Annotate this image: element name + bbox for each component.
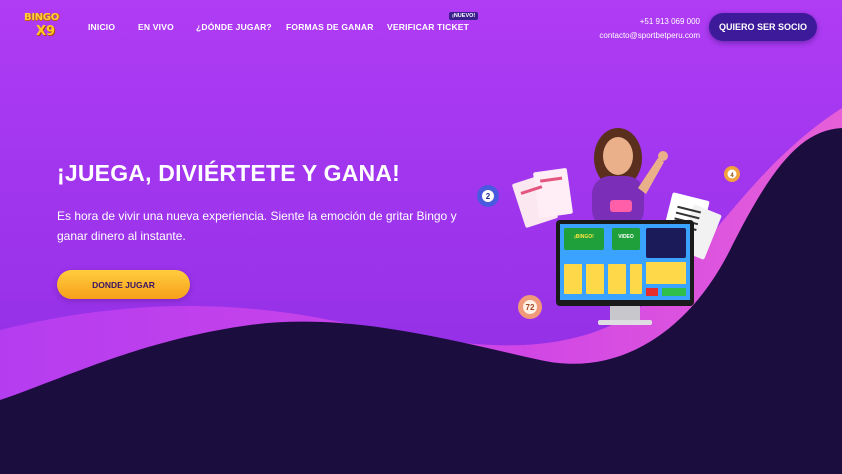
bingo-ball-4: 4 xyxy=(724,166,740,182)
screen-label-bingo: ¡BINGO! xyxy=(574,234,594,240)
site-header: BINGO X9 INICIO EN VIVO ¿DÓNDE JUGAR? FO… xyxy=(0,0,842,56)
partner-button[interactable]: QUIERO SER SOCIO xyxy=(709,13,817,41)
svg-text:72: 72 xyxy=(526,303,535,312)
contact-phone[interactable]: +51 913 069 000 xyxy=(599,15,700,29)
bingo-ball-2: 2 xyxy=(477,185,499,207)
screen-label-video: VIDEO xyxy=(618,234,634,240)
bingo-cards-left xyxy=(512,168,573,228)
nav-en-vivo[interactable]: EN VIVO xyxy=(138,22,174,32)
monitor-illustration: ¡BINGO! VIDEO xyxy=(556,220,694,325)
hero-subtext: Es hora de vivir una nueva experiencia. … xyxy=(57,209,457,243)
nav-verificar-ticket[interactable]: VERIFICAR TICKET xyxy=(387,22,469,32)
donde-jugar-button[interactable]: DONDE JUGAR xyxy=(57,270,190,299)
contact-info: +51 913 069 000 contacto@sportbetperu.co… xyxy=(599,15,700,43)
bingo-ball-72: 72 xyxy=(518,295,542,319)
hero-illustration: ¡BINGO! VIDEO 2 72 4 xyxy=(477,128,740,325)
hero-headline: ¡JUEGA, DIVIÉRTETE Y GANA! xyxy=(57,160,401,186)
nav-inicio[interactable]: INICIO xyxy=(88,22,115,32)
new-badge: ¡NUEVO! xyxy=(449,12,479,20)
svg-text:2: 2 xyxy=(486,192,491,201)
contact-email[interactable]: contacto@sportbetperu.com xyxy=(599,29,700,43)
nav-donde-jugar[interactable]: ¿DÓNDE JUGAR? xyxy=(196,22,272,32)
logo-x9: X9 xyxy=(36,24,56,39)
logo-wordmark: BINGO xyxy=(24,12,59,23)
presenter-illustration xyxy=(592,128,668,228)
nav-formas-de-ganar[interactable]: FORMAS DE GANAR xyxy=(286,22,374,32)
bingo-logo[interactable]: BINGO X9 xyxy=(24,12,64,42)
